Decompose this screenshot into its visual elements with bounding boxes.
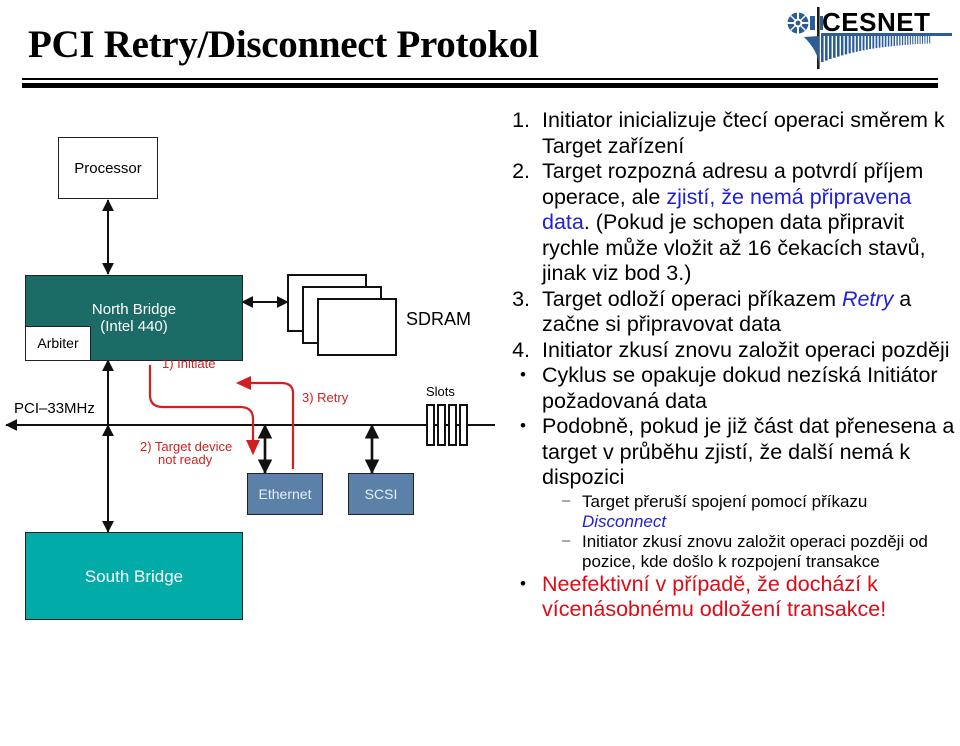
ethernet-label: Ethernet: [258, 485, 312, 502]
diagram-box-south-bridge: South Bridge: [25, 532, 243, 620]
diagram-box-arbiter: Arbiter: [25, 326, 91, 361]
sub-bullet-item: Target přeruší spojení pomocí příkazu Di…: [562, 491, 956, 532]
bullet-item: Podobně, pokud je již část dat přenesena…: [520, 413, 956, 572]
arbiter-label: Arbiter: [37, 335, 79, 351]
numbered-step: Initiator inicializuje čtecí operaci smě…: [536, 108, 956, 159]
slots-label: Slots: [426, 384, 455, 399]
text-run: Cyklus se opakuje dokud nezíská Initiáto…: [542, 363, 938, 413]
annotation-target-not-ready-line2: not ready: [158, 452, 213, 467]
pci-architecture-diagram: Processor North Bridge (Intel 440) Arbit…: [0, 95, 500, 640]
pci-bus-label: PCI–33MHz: [14, 400, 95, 417]
numbered-step: Target rozpozná adresu a potvrdí příjem …: [536, 159, 956, 287]
numbered-steps-list: Initiator inicializuje čtecí operaci smě…: [496, 108, 956, 363]
page-title: PCI Retry/Disconnect Protokol: [28, 23, 539, 66]
text-run: Initiator inicializuje čtecí operaci smě…: [542, 108, 945, 158]
sdram-label: SDRAM: [406, 309, 472, 329]
bullet-item: Cyklus se opakuje dokud nezíská Initiáto…: [520, 362, 956, 414]
sub-bullet-item: Initiator zkusí znovu založit operaci po…: [562, 531, 956, 572]
sub-bullet-list: Target přeruší spojení pomocí příkazu Di…: [542, 491, 956, 572]
text-run: Initiator zkusí znovu založit operaci po…: [542, 337, 950, 362]
text-run: Neefektivní v případě, že dochází k více…: [542, 571, 887, 622]
annotation-retry-label: 3) Retry: [302, 390, 349, 405]
north-bridge-label-line2: (Intel 440): [100, 318, 168, 335]
cesnet-wordmark: CESNET: [822, 7, 931, 37]
slide-header: PCI Retry/Disconnect Protokol CESNET: [0, 0, 960, 92]
processor-label: Processor: [74, 159, 142, 177]
diagram-box-scsi: SCSI: [348, 473, 414, 515]
diagram-box-processor: Processor: [58, 137, 158, 199]
diagram-box-ethernet: Ethernet: [247, 473, 323, 515]
annotation-initiate-label: 1) Initiate: [162, 356, 216, 371]
numbered-step: Initiator zkusí znovu založit operaci po…: [536, 338, 956, 364]
slide-body: Initiator inicializuje čtecí operaci smě…: [496, 108, 956, 623]
title-divider-thick: [22, 83, 938, 88]
text-run: Retry: [841, 286, 894, 311]
title-divider-thin: [22, 78, 938, 80]
cesnet-logo: CESNET: [784, 7, 952, 69]
text-run: . (Pokud je schopen data připravit rychl…: [542, 210, 926, 285]
sdram-stack: [287, 274, 397, 356]
scsi-label: SCSI: [364, 485, 398, 502]
text-run: Target přeruší spojení pomocí příkazu: [582, 491, 868, 511]
bullet-item: Neefektivní v případě, že dochází k více…: [520, 571, 956, 623]
south-bridge-label: South Bridge: [84, 566, 184, 586]
text-run: Target odloží operaci příkazem: [542, 286, 842, 311]
text-run: Initiator zkusí znovu založit operaci po…: [582, 531, 928, 571]
bullet-list: Cyklus se opakuje dokud nezíská Initiáto…: [496, 362, 956, 623]
text-run: Disconnect: [582, 511, 667, 531]
numbered-step: Target odloží operaci příkazem Retry a z…: [536, 287, 956, 338]
text-run: Podobně, pokud je již část dat přenesena…: [542, 414, 955, 489]
north-bridge-label-line1: North Bridge: [91, 301, 177, 318]
